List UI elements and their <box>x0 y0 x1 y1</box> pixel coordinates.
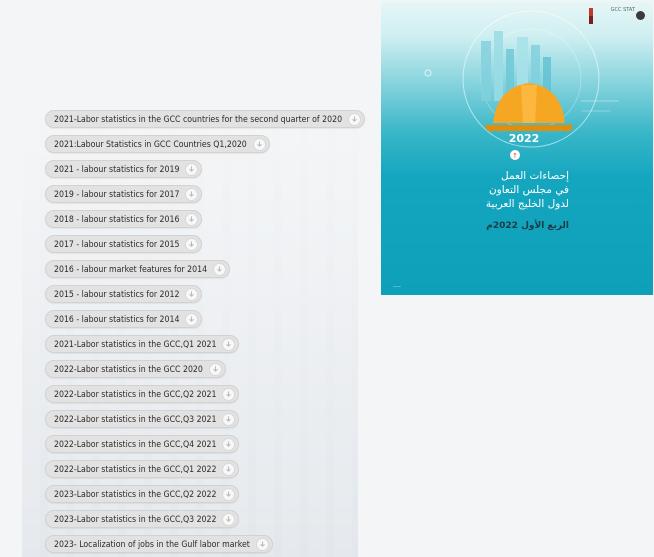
publication-link-label: 2022-Labor statistics in the GCC 2020 <box>54 365 203 375</box>
publication-link[interactable]: 2023- Localization of jobs in the Gulf l… <box>45 535 273 553</box>
download-icon[interactable] <box>222 488 236 501</box>
publication-link[interactable]: 2022-Labor statistics in the GCC,Q4 2021 <box>45 435 240 453</box>
emblem-icon <box>636 11 645 20</box>
publication-link-label: 2021:Labour Statistics in GCC Countries … <box>54 140 247 150</box>
publication-link[interactable]: 2021 - labour statistics for 2019 <box>45 160 203 178</box>
download-icon[interactable] <box>222 463 236 476</box>
publication-link[interactable]: 2022-Labor statistics in the GCC,Q2 2021 <box>45 385 240 403</box>
cover-year: 2022 <box>509 132 540 145</box>
download-icon[interactable] <box>222 513 236 526</box>
publication-cover[interactable]: 2022 ↑ GCC STAT إحصاءات العمل في مجلس ال… <box>381 1 653 295</box>
download-icon[interactable] <box>222 388 236 401</box>
publication-link-label: 2022-Labor statistics in the GCC,Q4 2021 <box>54 440 217 450</box>
download-icon[interactable] <box>185 238 199 251</box>
download-icon[interactable] <box>208 363 222 376</box>
publication-link[interactable]: 2022-Labor statistics in the GCC 2020 <box>45 360 226 378</box>
publication-link[interactable]: 2022-Labor statistics in the GCC,Q1 2022 <box>45 460 240 478</box>
publication-link-label: 2023- Localization of jobs in the Gulf l… <box>54 540 250 550</box>
download-icon[interactable] <box>185 313 199 326</box>
svg-text:↑: ↑ <box>512 152 518 160</box>
download-icon[interactable] <box>252 138 266 151</box>
cover-artwork: 2022 ↑ <box>424 10 619 160</box>
cover-subtitle: الربع الأول 2022م <box>486 221 569 231</box>
publication-link-label: 2021-Labor statistics in the GCC countri… <box>54 115 343 125</box>
publication-link-label: 2023-Labor statistics in the GCC,Q2 2022 <box>54 490 217 500</box>
publication-link-label: 2015 - labour statistics for 2012 <box>54 290 180 300</box>
publication-link-label: 2021-Labor statistics in the GCC,Q1 2021 <box>54 340 217 350</box>
publication-link-label: 2019 - labour statistics for 2017 <box>54 190 180 200</box>
cover-title-line3: لدول الخليج العربية <box>485 198 569 210</box>
publication-link[interactable]: 2023-Labor statistics in the GCC,Q3 2022 <box>45 510 240 528</box>
publication-link[interactable]: 2023-Labor statistics in the GCC,Q2 2022 <box>45 485 240 503</box>
publication-link[interactable]: 2019 - labour statistics for 2017 <box>45 185 203 203</box>
publication-link[interactable]: 2016 - labour statistics for 2014 <box>45 310 203 328</box>
publication-link[interactable]: 2016 - labour market features for 2014 <box>45 260 231 278</box>
publication-link-label: 2016 - labour market features for 2014 <box>54 265 208 275</box>
download-icon[interactable] <box>348 113 362 126</box>
download-icon[interactable] <box>185 288 199 301</box>
publication-link-label: 2022-Labor statistics in the GCC,Q1 2022 <box>54 465 217 475</box>
download-icon[interactable] <box>222 338 236 351</box>
publication-link-label: 2017 - labour statistics for 2015 <box>54 240 180 250</box>
publication-link[interactable]: 2021-Labor statistics in the GCC,Q1 2021 <box>45 335 240 353</box>
publication-link-label: 2018 - labour statistics for 2016 <box>54 215 180 225</box>
download-icon[interactable] <box>185 188 199 201</box>
download-icon[interactable] <box>222 413 236 426</box>
publication-link-label: 2021 - labour statistics for 2019 <box>54 165 180 175</box>
publication-link[interactable]: 2018 - labour statistics for 2016 <box>45 210 203 228</box>
cover-footer: —— <box>393 284 401 289</box>
download-icon[interactable] <box>185 213 199 226</box>
publication-link-label: 2022-Labor statistics in the GCC,Q3 2021 <box>54 415 217 425</box>
publication-link-label: 2023-Labor statistics in the GCC,Q3 2022 <box>54 515 217 525</box>
publication-link[interactable]: 2022-Labor statistics in the GCC,Q3 2021 <box>45 410 240 428</box>
cover-title-line1: إحصاءات العمل <box>501 170 569 182</box>
publication-link[interactable]: 2017 - labour statistics for 2015 <box>45 235 203 253</box>
publication-link-label: 2016 - labour statistics for 2014 <box>54 315 180 325</box>
download-icon[interactable] <box>255 538 269 551</box>
publication-link[interactable]: 2015 - labour statistics for 2012 <box>45 285 203 303</box>
publication-link[interactable]: 2021-Labor statistics in the GCC countri… <box>45 110 366 128</box>
download-icon[interactable] <box>213 263 227 276</box>
gcc-flag-icon <box>589 8 593 24</box>
download-icon[interactable] <box>185 163 199 176</box>
cover-title-line2: في مجلس التعاون <box>488 184 569 196</box>
publication-link[interactable]: 2021:Labour Statistics in GCC Countries … <box>45 135 270 153</box>
publication-link-label: 2022-Labor statistics in the GCC,Q2 2021 <box>54 390 217 400</box>
download-icon[interactable] <box>222 438 236 451</box>
gcc-stat-logo: GCC STAT <box>610 7 635 13</box>
